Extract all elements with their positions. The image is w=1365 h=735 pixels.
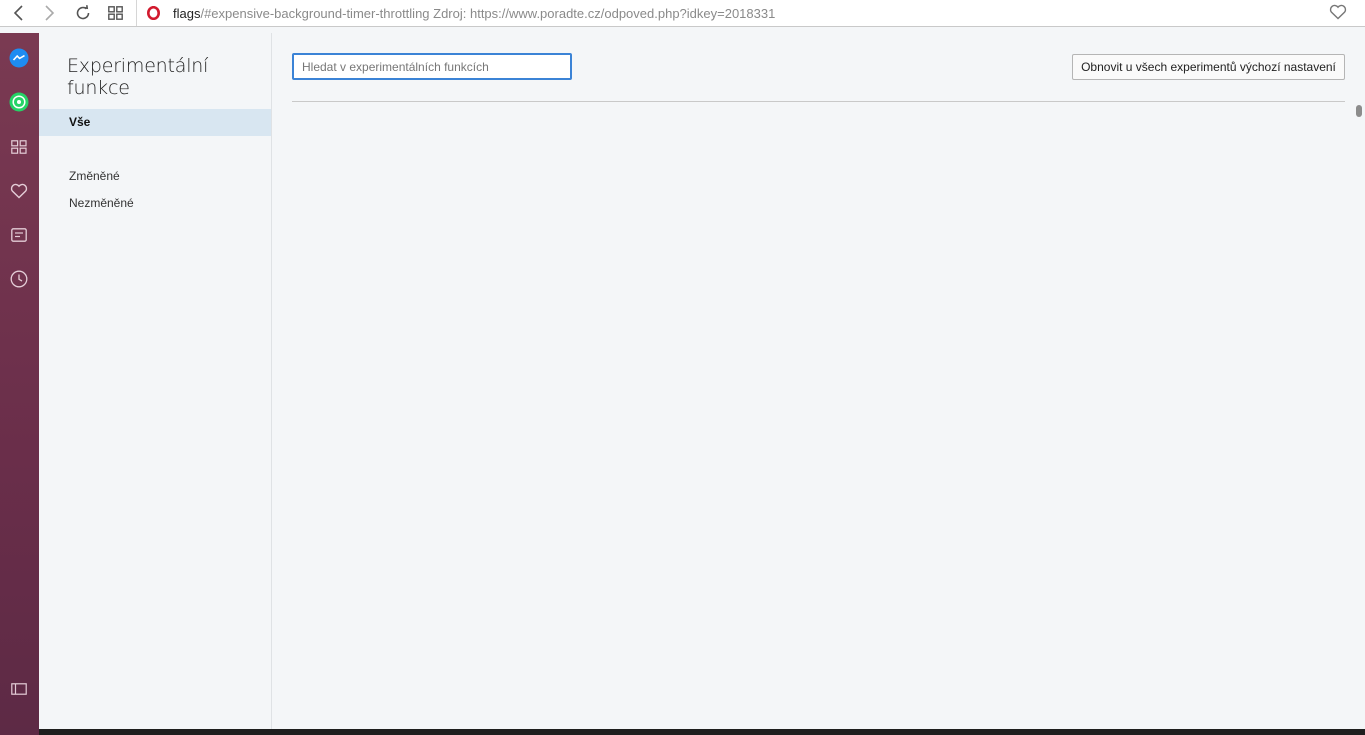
speed-dial-sidebar-button[interactable] xyxy=(8,136,30,158)
reload-button[interactable] xyxy=(72,3,94,23)
bookmark-heart-icon[interactable] xyxy=(1329,4,1347,20)
messenger-button[interactable] xyxy=(8,47,30,69)
browser-toolbar: flags/#expensive-background-timer-thrott… xyxy=(0,0,1365,27)
reload-icon xyxy=(76,5,90,20)
forward-button[interactable] xyxy=(38,3,60,23)
messenger-icon xyxy=(9,48,29,68)
whatsapp-button[interactable] xyxy=(8,91,30,113)
search-input[interactable] xyxy=(292,53,572,80)
nav-item-unchanged[interactable]: Nezměněné xyxy=(39,190,271,217)
news-button[interactable] xyxy=(8,224,30,246)
speed-dial-icon xyxy=(107,6,123,20)
speed-dial-icon xyxy=(11,140,27,154)
whatsapp-icon xyxy=(9,92,29,112)
forward-icon xyxy=(45,5,55,21)
nav-item-changed[interactable]: Změněné xyxy=(39,163,271,190)
sidebar-toggle-button[interactable] xyxy=(8,678,30,700)
favorites-button[interactable] xyxy=(8,180,30,202)
history-icon xyxy=(10,270,28,288)
url-path: /#expensive-background-timer-throttling … xyxy=(200,5,776,21)
sidebar-toggle-icon xyxy=(11,683,27,695)
url-text[interactable]: flags/#expensive-background-timer-thrott… xyxy=(173,6,775,21)
reset-all-button[interactable]: Obnovit u všech experimentů výchozí nast… xyxy=(1072,54,1345,80)
flags-navigation: Experimentální funkce Vše Změněné Nezměn… xyxy=(39,33,272,735)
content-divider xyxy=(292,101,1345,102)
back-button[interactable] xyxy=(8,3,30,23)
opera-sidebar xyxy=(0,33,39,735)
page-title: Experimentální funkce xyxy=(67,55,209,99)
history-button[interactable] xyxy=(8,268,30,290)
speed-dial-button[interactable] xyxy=(104,3,126,23)
news-icon xyxy=(11,228,27,242)
address-bar[interactable]: flags/#expensive-background-timer-thrott… xyxy=(136,0,1358,26)
back-icon xyxy=(13,5,23,21)
opera-logo-icon xyxy=(147,6,160,20)
url-host: flags xyxy=(173,5,201,21)
favorites-icon xyxy=(10,183,28,199)
nav-item-all[interactable]: Vše xyxy=(39,109,271,136)
scrollbar-thumb[interactable] xyxy=(1356,105,1362,117)
window-bottom-edge xyxy=(39,729,1365,735)
